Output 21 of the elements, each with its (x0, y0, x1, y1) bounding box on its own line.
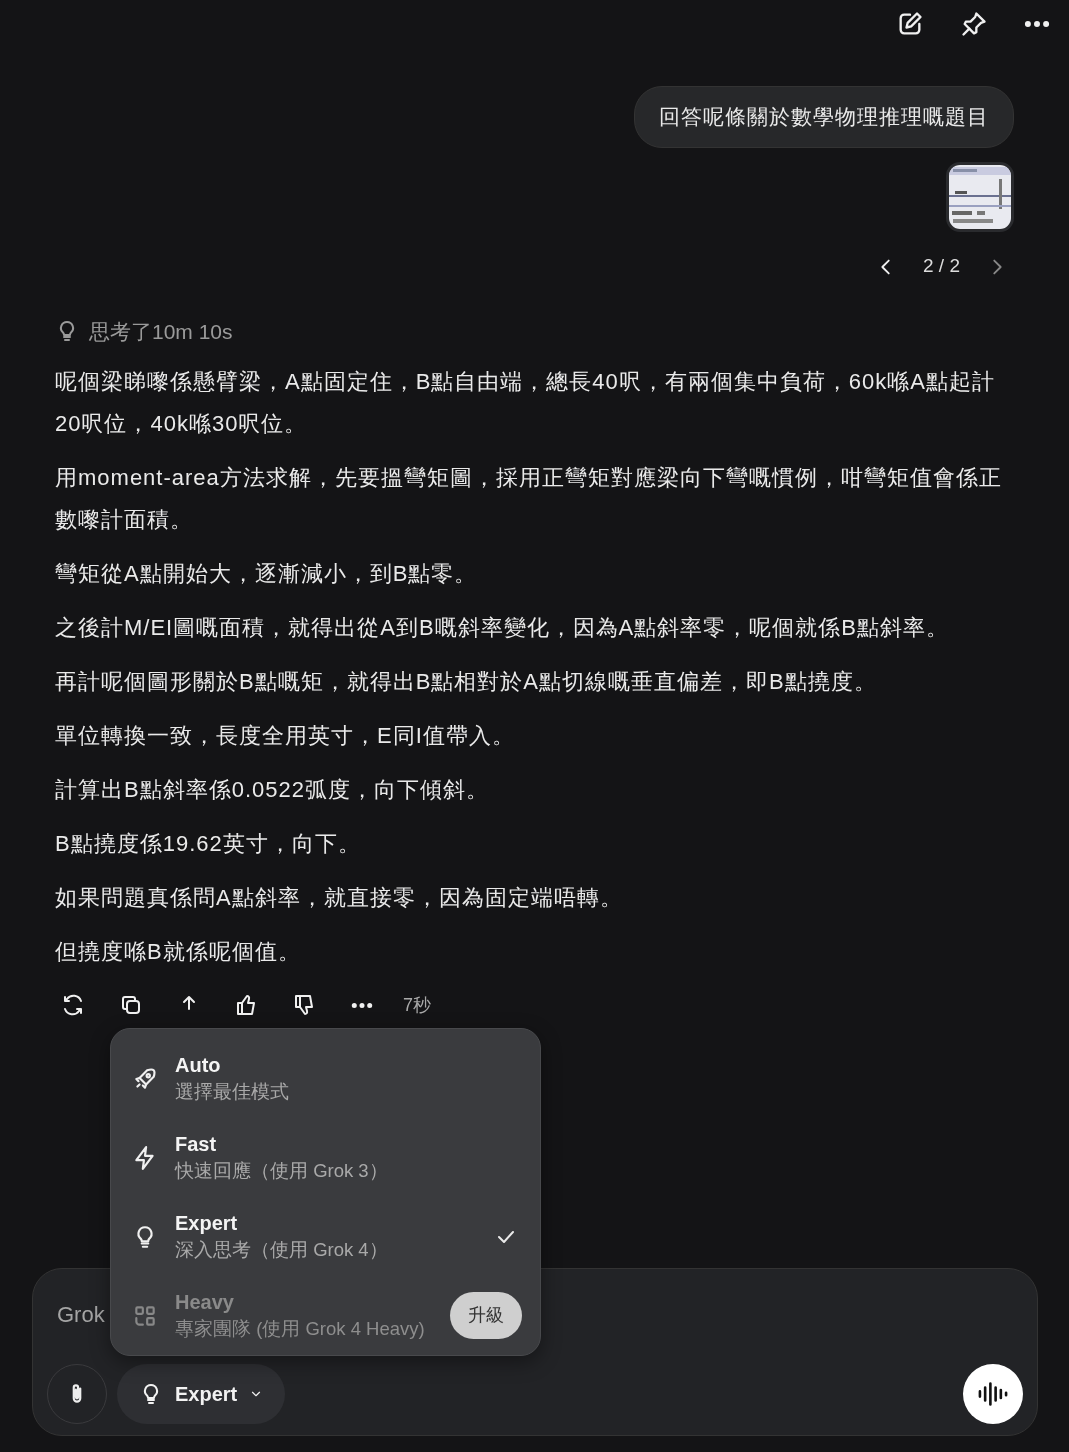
option-description: 快速回應（使用 Grok 3） (175, 1158, 388, 1183)
option-title: Auto (175, 1052, 222, 1078)
response-time: 7秒 (403, 993, 431, 1017)
answer-paragraph: 再計呢個圖形關於B點嘅矩，就得出B點相對於A點切線嘅垂直偏差，即B點撓度。 (55, 668, 878, 696)
answer-paragraph: 之後計M/EI圖嘅面積，就得出從A到B嘅斜率變化，因為A點斜率零，呢個就係B點斜率。 (55, 614, 950, 642)
answer-paragraph: B點撓度係19.62英寸，向下。 (55, 830, 362, 858)
page-counter: 2 / 2 (923, 254, 960, 279)
answer-paragraph: 如果問題真係問A點斜率，就直接零，因為固定端唔轉。 (55, 884, 624, 912)
answer-paragraph: 彎矩從A點開始大，逐漸減小，到B點零。 (55, 560, 479, 588)
option-title: Heavy (175, 1289, 235, 1315)
option-description: 深入思考（使用 Grok 4） (175, 1237, 388, 1262)
user-message: 回答呢條關於數學物理推理嘅題目 (634, 86, 1014, 148)
option-description: 專家團隊 (使用 Grok 4 Heavy) (175, 1316, 425, 1341)
answer-paragraph: 計算出B點斜率係0.0522弧度，向下傾斜。 (55, 776, 490, 804)
answer-paragraph: 用moment-area方法求解，先要搵彎矩圖，採用正彎矩對應梁向下彎嘅慣例，咁彎矩值會係正數嚟計面積。 (55, 464, 1003, 534)
option-description: 選擇最佳模式 (175, 1079, 289, 1104)
answer-paragraph: 但撓度喺B就係呢個值。 (55, 938, 302, 966)
option-title: Fast (175, 1131, 218, 1157)
option-title: Expert (175, 1210, 239, 1236)
answer-paragraph: 單位轉換一致，長度全用英寸，E同I值帶入。 (55, 722, 516, 750)
answer-paragraph: 呢個梁睇嚟係懸臂梁，A點固定住，B點自由端，總長40呎，有兩個集中負荷，60k喺A點起計20呎位，40k喺30呎位。 (55, 368, 996, 438)
